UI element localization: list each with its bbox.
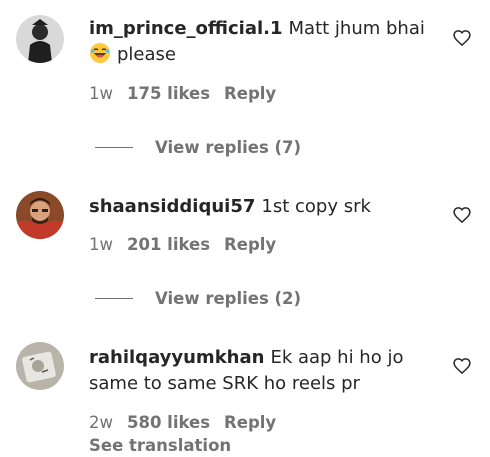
view-replies-label: View replies (2)	[155, 288, 302, 308]
comment-body: Matt jhum bhai	[288, 18, 425, 39]
comment-time[interactable]: 2w	[89, 413, 113, 432]
heart-icon[interactable]	[452, 356, 472, 376]
view-replies-button[interactable]: View replies (7)	[95, 136, 301, 158]
comment-username[interactable]: shaansiddiqui57	[89, 196, 255, 217]
likes-count[interactable]: 201 likes	[127, 235, 210, 254]
avatar[interactable]	[16, 15, 64, 63]
heart-icon[interactable]	[452, 205, 472, 225]
comment-text: shaansiddiqui57 1st copy srk	[89, 194, 434, 220]
comment-body-cont: same to same SRK ho reels pr	[89, 373, 360, 394]
comment-username[interactable]: im_prince_official.1	[89, 18, 283, 39]
comment-body: Ek aap hi ho jo	[270, 347, 404, 368]
divider-line	[95, 297, 133, 299]
comment-meta: 1w 175 likes Reply	[89, 84, 290, 103]
comment-body-cont: please	[117, 44, 176, 65]
heart-icon[interactable]	[452, 28, 472, 48]
view-replies-button[interactable]: View replies (2)	[95, 287, 301, 309]
comment-text: im_prince_official.1 Matt jhum bhai pleas…	[89, 16, 434, 68]
laughing-face-icon	[89, 42, 111, 64]
avatar[interactable]	[16, 342, 64, 390]
comment-time[interactable]: 1w	[89, 235, 113, 254]
divider-line	[95, 146, 133, 148]
reply-button[interactable]: Reply	[224, 235, 276, 254]
reply-button[interactable]: Reply	[224, 413, 276, 432]
see-translation-button[interactable]: See translation	[89, 436, 231, 455]
view-replies-label: View replies (7)	[155, 137, 302, 157]
comment-body: 1st copy srk	[261, 196, 371, 217]
comment-text: rahilqayyumkhan Ek aap hi ho jo same to s…	[89, 345, 434, 397]
comment-meta: 1w 201 likes Reply	[89, 235, 290, 254]
avatar[interactable]	[16, 191, 64, 239]
comment-meta: 2w 580 likes Reply	[89, 413, 290, 432]
comment-time[interactable]: 1w	[89, 84, 113, 103]
likes-count[interactable]: 580 likes	[127, 413, 210, 432]
likes-count[interactable]: 175 likes	[127, 84, 210, 103]
reply-button[interactable]: Reply	[224, 84, 276, 103]
comment-username[interactable]: rahilqayyumkhan	[89, 347, 264, 368]
